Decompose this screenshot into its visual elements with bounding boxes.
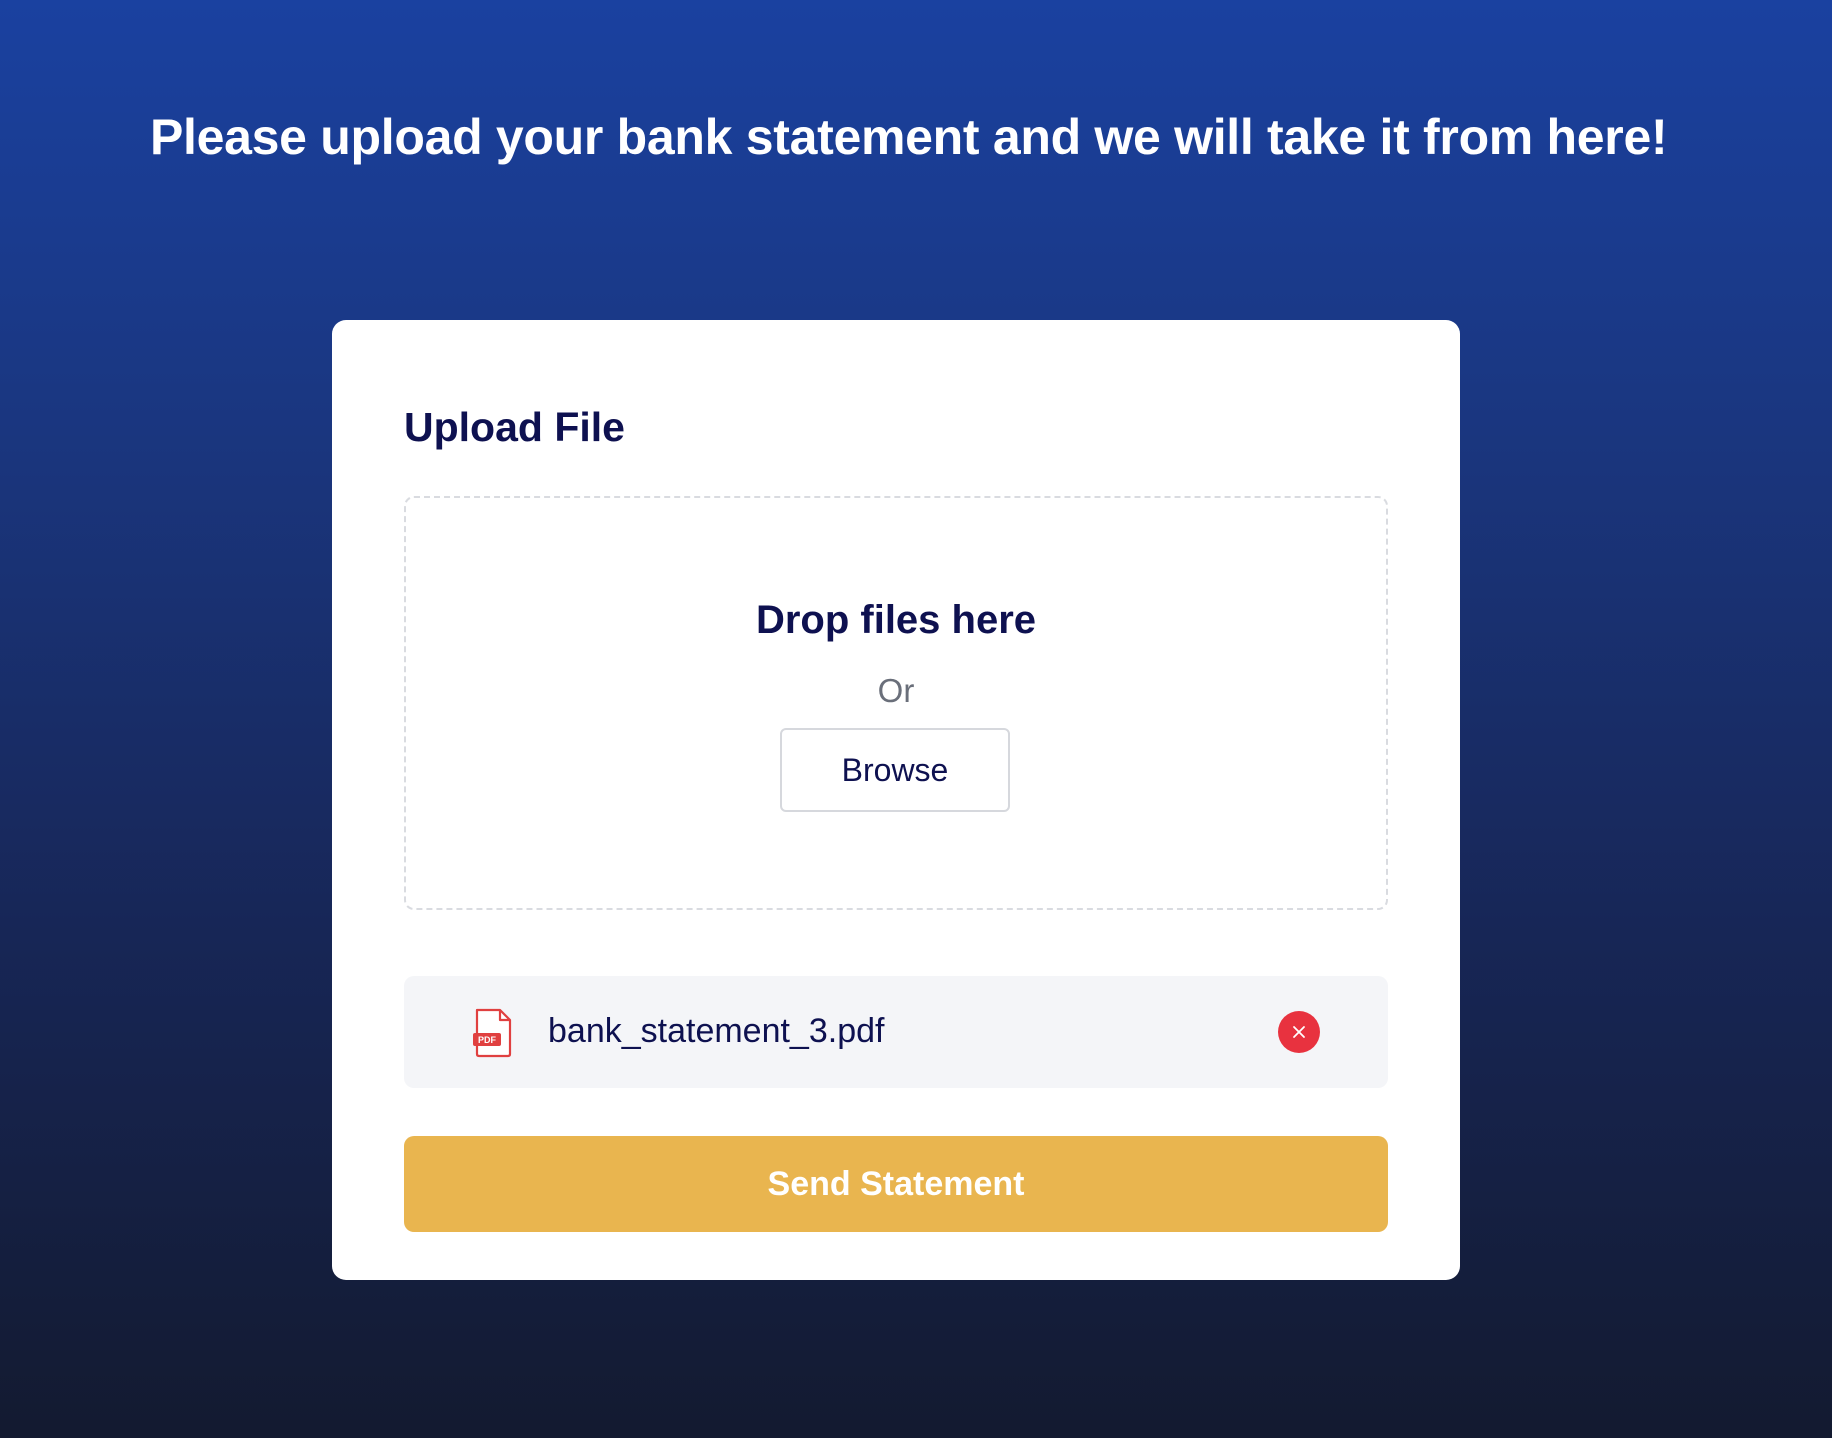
- dropzone-title: Drop files here: [755, 598, 1037, 642]
- uploaded-file-row: PDF bank_statement_3.pdf: [404, 976, 1388, 1088]
- page-heading: Please upload your bank statement and we…: [150, 109, 1668, 165]
- upload-card-title: Upload File: [404, 404, 625, 450]
- browse-button[interactable]: Browse: [780, 728, 1010, 812]
- pdf-file-icon: PDF: [473, 1008, 512, 1058]
- pdf-badge-text: PDF: [478, 1035, 497, 1045]
- close-icon: [1293, 1026, 1305, 1038]
- dropzone-or-text: Or: [877, 672, 915, 709]
- file-dropzone[interactable]: Drop files here Or Browse: [404, 496, 1388, 910]
- file-name: bank_statement_3.pdf: [548, 1012, 885, 1050]
- send-statement-button[interactable]: Send Statement: [404, 1136, 1388, 1232]
- upload-card: Upload File Drop files here Or Browse PD…: [332, 320, 1460, 1280]
- remove-file-button[interactable]: [1278, 1011, 1320, 1053]
